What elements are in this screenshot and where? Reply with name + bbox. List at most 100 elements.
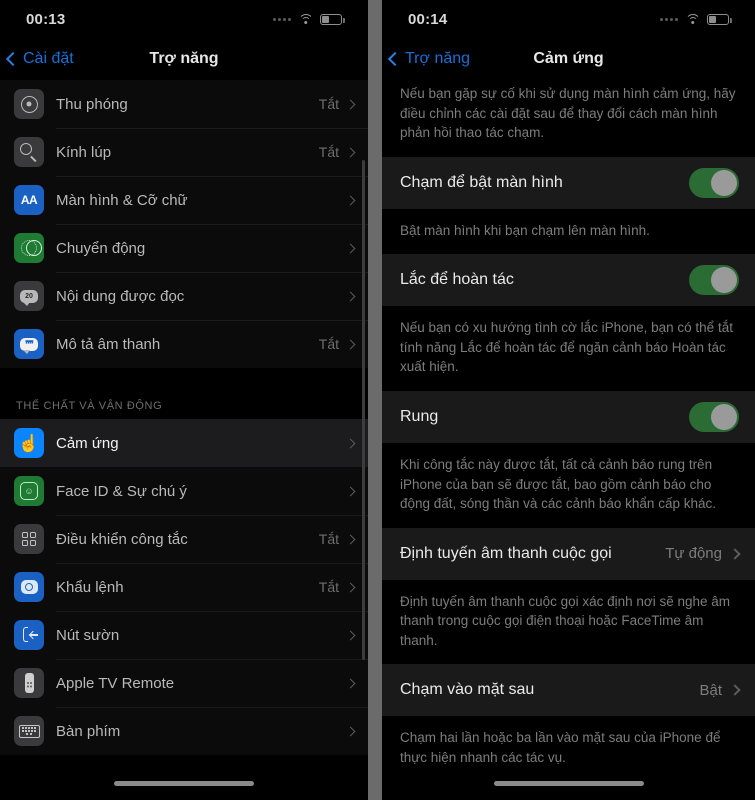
chevron-right-icon bbox=[345, 339, 356, 349]
back-button-accessibility[interactable]: Trợ năng bbox=[382, 50, 470, 68]
row-label: Khẩu lệnh bbox=[56, 578, 124, 596]
chevron-right-icon bbox=[729, 684, 741, 696]
sidebar-item-zoom[interactable]: Thu phóng Tắt bbox=[0, 80, 368, 128]
dual-screenshot-container: 00:13 Cài đặt Trợ năng Thu phóng Tắt Kín… bbox=[0, 0, 755, 800]
sidebar-item-keyboard[interactable]: Bàn phím bbox=[0, 707, 368, 755]
row-label: Apple TV Remote bbox=[56, 674, 175, 692]
signal-dots-icon bbox=[660, 17, 678, 21]
right-nav-bar: Trợ năng Cảm ứng bbox=[382, 38, 755, 80]
touch-settings-list: Nếu bạn gặp sự cố khi sử dụng màn hình c… bbox=[382, 80, 755, 782]
row-label: Kính lúp bbox=[56, 143, 112, 161]
chevron-right-icon bbox=[345, 678, 356, 688]
status-clock: 00:13 bbox=[26, 10, 66, 28]
chevron-right-icon bbox=[345, 291, 356, 301]
left-phone-screen: 00:13 Cài đặt Trợ năng Thu phóng Tắt Kín… bbox=[0, 0, 368, 800]
magnifier-icon bbox=[14, 137, 44, 167]
footnote-shake-to-undo: Nếu bạn có xu hướng tình cờ lắc iPhone, … bbox=[400, 320, 733, 375]
setting-row-tap-to-wake[interactable]: Chạm để bật màn hình bbox=[382, 156, 755, 209]
keyboard-icon bbox=[14, 716, 44, 746]
face-id-icon: ☺ bbox=[14, 476, 44, 506]
row-label: Thu phóng bbox=[56, 95, 128, 113]
right-status-bar: 00:14 bbox=[382, 0, 755, 38]
home-indicator[interactable] bbox=[493, 780, 644, 786]
left-nav-bar: Cài đặt Trợ năng bbox=[0, 38, 368, 80]
status-indicators bbox=[273, 13, 345, 25]
accessibility-list: Thu phóng Tắt Kính lúp Tắt AA Màn hình &… bbox=[0, 80, 368, 755]
toggle-knob bbox=[711, 169, 737, 196]
back-button-settings[interactable]: Cài đặt bbox=[0, 50, 74, 68]
wifi-icon bbox=[685, 13, 700, 25]
switch-control-icon bbox=[14, 524, 44, 554]
screen-divider bbox=[368, 0, 382, 800]
footnote-tap-to-wake: Bật màn hình khi bạn chạm lên màn hình. bbox=[400, 222, 650, 238]
toggle-knob bbox=[711, 403, 737, 430]
chevron-right-icon bbox=[345, 147, 356, 157]
battery-icon bbox=[320, 13, 345, 25]
row-value: Tắt bbox=[318, 531, 339, 547]
row-label: Face ID & Sự chú ý bbox=[56, 482, 187, 500]
right-home-indicator-area bbox=[382, 766, 755, 800]
row-label: Chạm vào mặt sau bbox=[400, 681, 535, 699]
section-header-physical-motor: THỂ CHẤT VÀ VẬN ĐỘNG bbox=[0, 378, 368, 419]
tap-to-wake-toggle[interactable] bbox=[689, 167, 739, 198]
sidebar-item-face-id-attention[interactable]: ☺ Face ID & Sự chú ý bbox=[0, 467, 368, 515]
chevron-left-icon bbox=[387, 51, 403, 67]
setting-row-shake-to-undo[interactable]: Lắc để hoàn tác bbox=[382, 254, 755, 307]
signal-dots-icon bbox=[273, 17, 291, 21]
sidebar-item-switch-control[interactable]: Điều khiển công tắc Tắt bbox=[0, 515, 368, 563]
left-home-indicator-area bbox=[0, 766, 368, 800]
setting-row-vibration[interactable]: Rung bbox=[382, 390, 755, 443]
sidebar-item-side-button[interactable]: Nút sườn bbox=[0, 611, 368, 659]
vibration-toggle[interactable] bbox=[689, 401, 739, 432]
row-label: Lắc để hoàn tác bbox=[400, 271, 514, 289]
footnote-vibration: Khi công tắc này được tắt, tất cả cảnh b… bbox=[400, 456, 716, 512]
chevron-right-icon bbox=[345, 243, 356, 253]
row-value: Bật bbox=[699, 681, 722, 699]
list-scrollbar[interactable] bbox=[362, 160, 365, 660]
row-label: Điều khiển công tắc bbox=[56, 530, 188, 548]
chevron-right-icon bbox=[345, 630, 356, 640]
setting-row-call-audio-routing[interactable]: Định tuyến âm thanh cuộc gọi Tự động bbox=[382, 527, 755, 580]
row-label: Chuyển động bbox=[56, 239, 146, 257]
row-value: Tắt bbox=[318, 144, 339, 160]
voice-control-icon bbox=[14, 572, 44, 602]
row-label: Rung bbox=[400, 407, 439, 425]
row-value: Tự động bbox=[665, 545, 722, 563]
row-value: Tắt bbox=[318, 579, 339, 595]
footnote-call-audio-routing: Định tuyến âm thanh cuộc gọi xác định nơ… bbox=[400, 593, 731, 648]
row-label: Nút sườn bbox=[56, 626, 120, 644]
touch-hand-icon: ☝ bbox=[14, 428, 44, 458]
row-label: Bàn phím bbox=[56, 722, 121, 740]
sidebar-item-audio-descriptions[interactable]: ❞❞ Mô tả âm thanh Tắt bbox=[0, 320, 368, 368]
text-size-icon: AA bbox=[14, 185, 44, 215]
row-label: Định tuyến âm thanh cuộc gọi bbox=[400, 544, 612, 562]
status-clock: 00:14 bbox=[408, 10, 448, 28]
sidebar-item-motion[interactable]: Chuyển động bbox=[0, 224, 368, 272]
sidebar-item-touch[interactable]: ☝ Cảm ứng bbox=[0, 419, 368, 467]
sidebar-item-display-text-size[interactable]: AA Màn hình & Cỡ chữ bbox=[0, 176, 368, 224]
audio-description-icon: ❞❞ bbox=[14, 329, 44, 359]
back-button-label: Trợ năng bbox=[405, 50, 471, 67]
chevron-left-icon bbox=[5, 51, 21, 67]
left-status-bar: 00:13 bbox=[0, 0, 368, 38]
sidebar-item-voice-control[interactable]: Khẩu lệnh Tắt bbox=[0, 563, 368, 611]
setting-row-back-tap[interactable]: Chạm vào mặt sau Bật bbox=[382, 664, 755, 717]
row-label: Nội dung được đọc bbox=[56, 287, 185, 305]
chevron-right-icon bbox=[345, 195, 356, 205]
row-label: Màn hình & Cỡ chữ bbox=[56, 191, 188, 209]
right-phone-screen: 00:14 Trợ năng Cảm ứng Nếu bạn gặp sự cố… bbox=[382, 0, 755, 800]
chevron-right-icon bbox=[345, 438, 356, 448]
battery-icon bbox=[707, 13, 732, 25]
chevron-right-icon bbox=[345, 534, 356, 544]
sidebar-item-magnifier[interactable]: Kính lúp Tắt bbox=[0, 128, 368, 176]
sidebar-item-apple-tv-remote[interactable]: Apple TV Remote bbox=[0, 659, 368, 707]
sidebar-item-spoken-content[interactable]: 20 Nội dung được đọc bbox=[0, 272, 368, 320]
shake-to-undo-toggle[interactable] bbox=[689, 265, 739, 296]
intro-description: Nếu bạn gặp sự cố khi sử dụng màn hình c… bbox=[400, 86, 736, 141]
status-indicators bbox=[660, 13, 732, 25]
row-value: Tắt bbox=[318, 336, 339, 352]
row-label: Chạm để bật màn hình bbox=[400, 173, 563, 191]
motion-icon bbox=[14, 233, 44, 263]
chevron-right-icon bbox=[345, 582, 356, 592]
home-indicator[interactable] bbox=[114, 780, 254, 786]
